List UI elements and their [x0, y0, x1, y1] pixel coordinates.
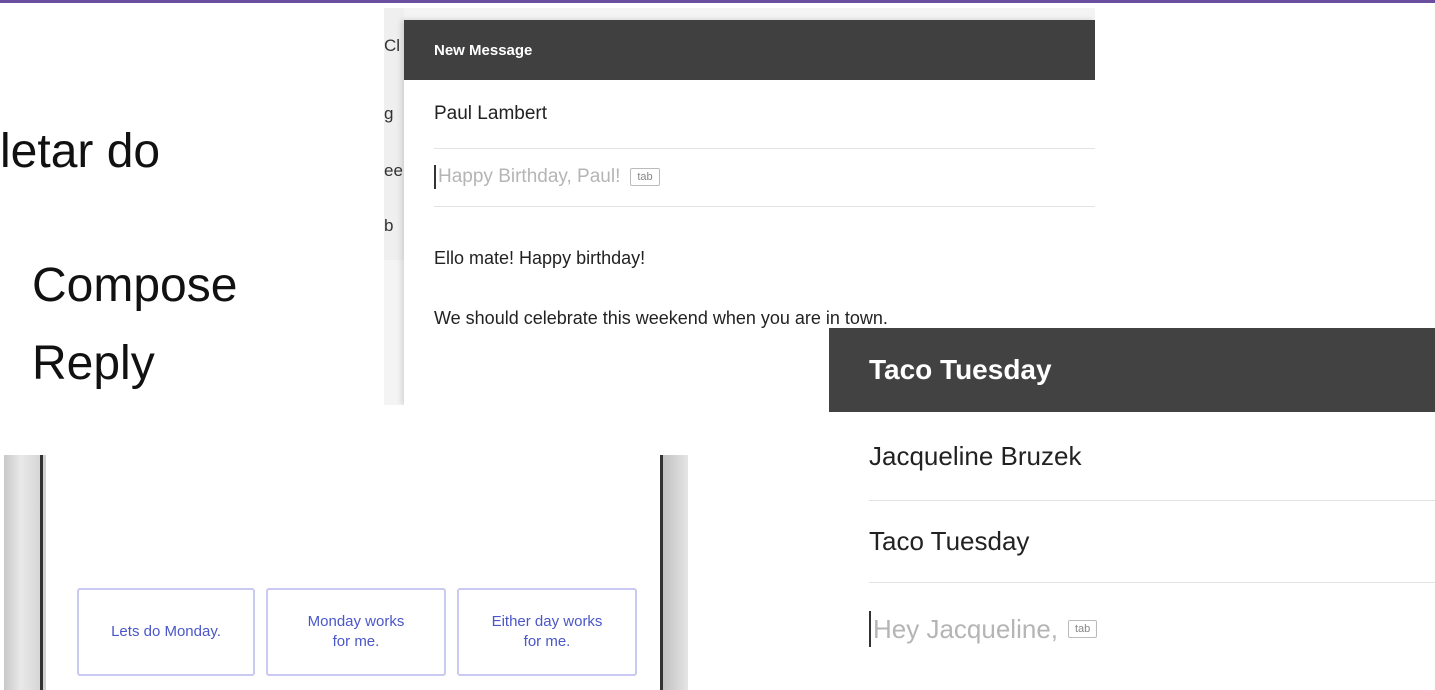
message-body-line[interactable]: Ello mate! Happy birthday!	[434, 248, 645, 269]
smart-reply-option[interactable]: Monday works for me.	[266, 588, 446, 676]
to-recipient: Paul Lambert	[434, 103, 548, 124]
message-body-line[interactable]: We should celebrate this weekend when yo…	[434, 308, 888, 329]
smart-reply-screenshot: Lets do Monday. Monday works for me. Eit…	[0, 455, 688, 690]
background-text-fragment: ee	[384, 161, 403, 180]
background-text-fragment: g	[384, 104, 394, 123]
subject-field[interactable]: Taco Tuesday	[869, 500, 1435, 583]
to-field[interactable]: Paul Lambert	[434, 80, 1095, 149]
phone-frame-right	[660, 455, 688, 690]
message-body-field[interactable]: Hey Jacqueline, tab	[869, 582, 1435, 676]
text-cursor	[869, 611, 871, 647]
background-text-fragment: Cl	[384, 36, 401, 55]
to-recipient: Jacqueline Bruzek	[869, 440, 1082, 471]
phone-frame-edge	[40, 455, 43, 690]
phone-frame-edge	[660, 455, 663, 690]
subject-text: Taco Tuesday	[869, 525, 1030, 556]
tab-key-hint: tab	[1068, 620, 1098, 638]
slide-bullet-compose: Compose	[32, 259, 238, 312]
background-text-fragment: b	[384, 216, 394, 235]
slide-text-fragment: letar do	[0, 125, 161, 178]
compose-title: New Message	[434, 41, 533, 59]
compose-header[interactable]: New Message	[404, 20, 1095, 80]
compose-screenshot-taco: Taco Tuesday Jacqueline Bruzek Taco Tues…	[829, 328, 1435, 690]
subject-suggestion: Happy Birthday, Paul!	[438, 166, 621, 187]
subject-field[interactable]: Happy Birthday, Paul! tab	[434, 148, 1095, 207]
slide-bullet-reply: Reply	[32, 337, 155, 390]
compose-header[interactable]: Taco Tuesday	[829, 328, 1435, 412]
smart-reply-option[interactable]: Either day works for me.	[457, 588, 637, 676]
to-field[interactable]: Jacqueline Bruzek	[869, 412, 1435, 501]
text-cursor	[434, 165, 436, 189]
tab-key-hint: tab	[630, 168, 660, 186]
compose-title: Taco Tuesday	[869, 354, 1052, 385]
body-suggestion: Hey Jacqueline,	[873, 613, 1058, 644]
slide-top-accent-line	[0, 0, 1435, 3]
smart-reply-option[interactable]: Lets do Monday.	[77, 588, 255, 676]
